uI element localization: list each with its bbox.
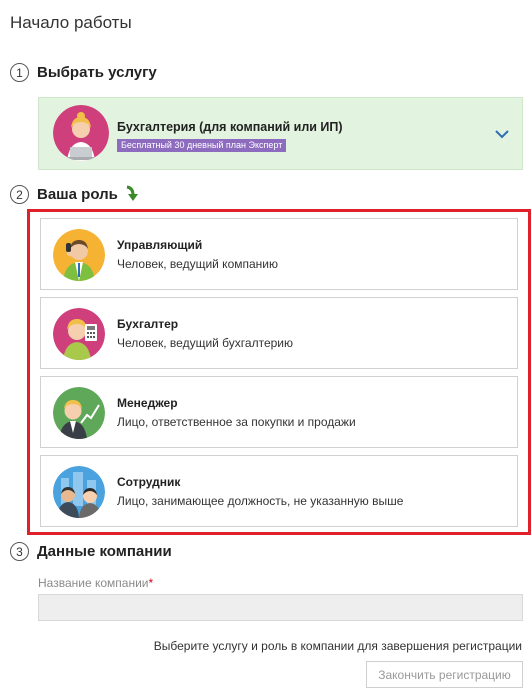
role-title: Менеджер xyxy=(117,396,178,410)
required-mark: * xyxy=(148,576,154,590)
role-description: Человек, ведущий бухгалтерию xyxy=(117,336,293,350)
role-description: Человек, ведущий компанию xyxy=(117,257,278,271)
roles-highlight-frame: Управляющий Человек, ведущий компанию Бу… xyxy=(27,209,531,535)
manager-chart-icon xyxy=(53,387,105,439)
service-card[interactable]: Бухгалтерия (для компаний или ИП) Беспла… xyxy=(38,97,523,170)
role-card-accountant[interactable]: Бухгалтер Человек, ведущий бухгалтерию xyxy=(40,297,518,369)
service-title: Бухгалтерия (для компаний или ИП) xyxy=(117,120,343,134)
company-name-label: Название компании* xyxy=(38,576,153,590)
curved-arrow-down-icon xyxy=(125,185,139,203)
company-name-input[interactable] xyxy=(38,594,523,621)
step-1-number: 1 xyxy=(10,63,29,82)
role-title: Сотрудник xyxy=(117,475,181,489)
manager-phone-icon xyxy=(53,229,105,281)
step-2-header: 2 Ваша роль xyxy=(10,185,118,204)
role-card-sales-manager[interactable]: Менеджер Лицо, ответственное за покупки … xyxy=(40,376,518,448)
role-description: Лицо, занимающее должность, не указанную… xyxy=(117,494,404,508)
chevron-down-icon[interactable] xyxy=(494,126,510,142)
role-description: Лицо, ответственное за покупки и продажи xyxy=(117,415,356,429)
accountant-calculator-icon xyxy=(53,308,105,360)
page-title: Начало работы xyxy=(10,13,132,32)
step-2-number: 2 xyxy=(10,185,29,204)
role-title: Управляющий xyxy=(117,238,203,252)
employees-city-icon xyxy=(53,466,105,518)
role-card-manager[interactable]: Управляющий Человек, ведущий компанию xyxy=(40,218,518,290)
completion-hint: Выберите услугу и роль в компании для за… xyxy=(153,639,522,653)
step-3-header: 3 Данные компании xyxy=(10,542,172,561)
finish-registration-button[interactable]: Закончить регистрацию xyxy=(366,661,523,688)
role-card-employee[interactable]: Сотрудник Лицо, занимающее должность, не… xyxy=(40,455,518,527)
step-1-title: Выбрать услугу xyxy=(37,64,157,81)
step-2-title: Ваша роль xyxy=(37,186,118,203)
step-3-title: Данные компании xyxy=(37,543,172,560)
company-name-label-text: Название компании xyxy=(38,576,149,590)
role-title: Бухгалтер xyxy=(117,317,179,331)
step-1-header: 1 Выбрать услугу xyxy=(10,63,157,82)
step-3-number: 3 xyxy=(10,542,29,561)
accountant-woman-laptop-icon xyxy=(53,105,109,161)
service-plan-badge: Бесплатный 30 дневный план Эксперт xyxy=(117,139,287,152)
